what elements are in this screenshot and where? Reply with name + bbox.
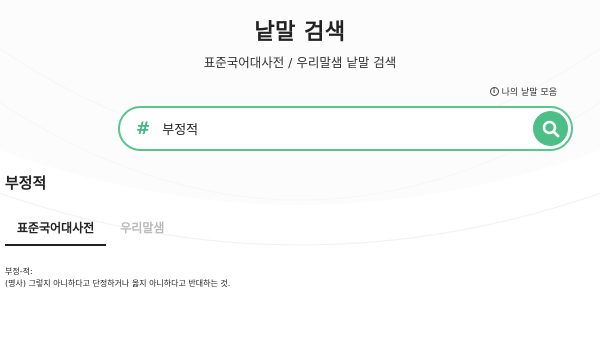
entry-definition: (명사) 그렇지 아니하다고 단정하거나 옳지 아니하다고 반대하는 것.: [5, 279, 231, 288]
search-button[interactable]: [533, 111, 568, 146]
page-subtitle: 표준국어대사전 / 우리말샘 낱말 검색: [203, 55, 397, 70]
entry-word: 부정-적:: [5, 267, 33, 276]
result-heading: 부정적: [5, 174, 47, 192]
tab-urimalsaem[interactable]: 우리말샘: [108, 215, 176, 246]
dictionary-tabs: 표준국어대사전 우리말샘: [5, 215, 176, 246]
search-icon: [542, 120, 559, 137]
hash-icon: #: [136, 118, 151, 139]
page: 낱말 검색 표준국어대사전 / 우리말샘 낱말 검색 i 나의 낱말 모음 # …: [0, 0, 600, 338]
info-icon: i: [489, 87, 499, 96]
tab-standard-dictionary[interactable]: 표준국어대사전: [5, 215, 107, 246]
my-words-link[interactable]: i 나의 낱말 모음: [489, 85, 557, 98]
page-title: 낱말 검색: [254, 20, 346, 45]
search-bar: #: [118, 106, 573, 151]
my-words-label: 나의 낱말 모음: [501, 88, 557, 98]
search-input[interactable]: [162, 121, 523, 136]
